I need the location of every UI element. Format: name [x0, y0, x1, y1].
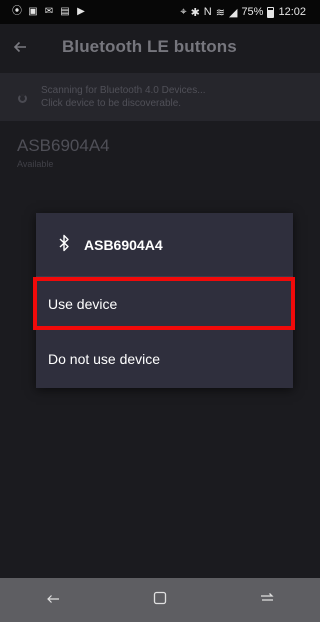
status-left-icons: ⦿ ▣ ✉ ▤ ▶ [12, 7, 86, 17]
circle-icon: ⦿ [12, 6, 22, 17]
recents-icon [260, 591, 274, 609]
signal-icon: ◢ [228, 6, 238, 19]
status-right-icons: ⌖ ✱ N ≋ ◢ 75% 12:02 [180, 6, 306, 19]
do-not-use-device-option[interactable]: Do not use device [36, 334, 293, 384]
dialog-title: ASB6904A4 [84, 236, 163, 253]
do-not-use-device-label: Do not use device [48, 351, 161, 367]
use-device-label: Use device [48, 296, 118, 312]
dialog-divider [36, 276, 293, 277]
nfc-icon: N [203, 6, 212, 18]
mail-icon: ✉ [44, 6, 54, 17]
nav-home-button[interactable] [140, 580, 180, 620]
device-list-item[interactable]: ASB6904A4 Available [0, 128, 320, 176]
screenshot-icon: ▤ [60, 6, 70, 17]
bluetooth-icon [58, 232, 70, 257]
bluetooth-icon: ✱ [190, 6, 200, 19]
scan-banner: Scanning for Bluetooth 4.0 Devices... Cl… [0, 73, 320, 121]
wifi-icon: ≋ [215, 6, 225, 19]
back-icon [46, 591, 60, 609]
device-status: Available [17, 159, 54, 169]
nav-back-button[interactable] [33, 580, 73, 620]
clock: 12:02 [278, 6, 306, 18]
spinner-icon [18, 93, 27, 103]
nav-recents-button[interactable] [247, 580, 287, 620]
battery-icon [267, 6, 275, 18]
arrow-left-icon [13, 37, 27, 58]
navigation-bar [0, 578, 320, 622]
scan-text: Scanning for Bluetooth 4.0 Devices... Cl… [41, 84, 206, 110]
home-icon [153, 591, 167, 610]
back-button[interactable] [4, 27, 36, 67]
use-device-option[interactable]: Use device [36, 279, 293, 329]
location-icon: ⌖ [180, 5, 187, 18]
scan-line-1: Scanning for Bluetooth 4.0 Devices... [41, 85, 206, 96]
dialog-header: ASB6904A4 [36, 213, 293, 276]
play-icon: ▶ [77, 6, 85, 17]
device-name: ASB6904A4 [17, 136, 110, 155]
scan-line-2: Click device to be discoverable. [41, 98, 182, 109]
status-bar: ⦿ ▣ ✉ ▤ ▶ ⌖ ✱ N ≋ ◢ 75% 12:02 [0, 0, 320, 24]
device-dialog: ASB6904A4 Use device Do not use device [36, 213, 293, 388]
battery-percent: 75% [241, 6, 264, 18]
app-bar: Bluetooth LE buttons [0, 24, 320, 70]
page-title: Bluetooth LE buttons [62, 37, 237, 56]
image-icon: ▣ [28, 6, 38, 17]
